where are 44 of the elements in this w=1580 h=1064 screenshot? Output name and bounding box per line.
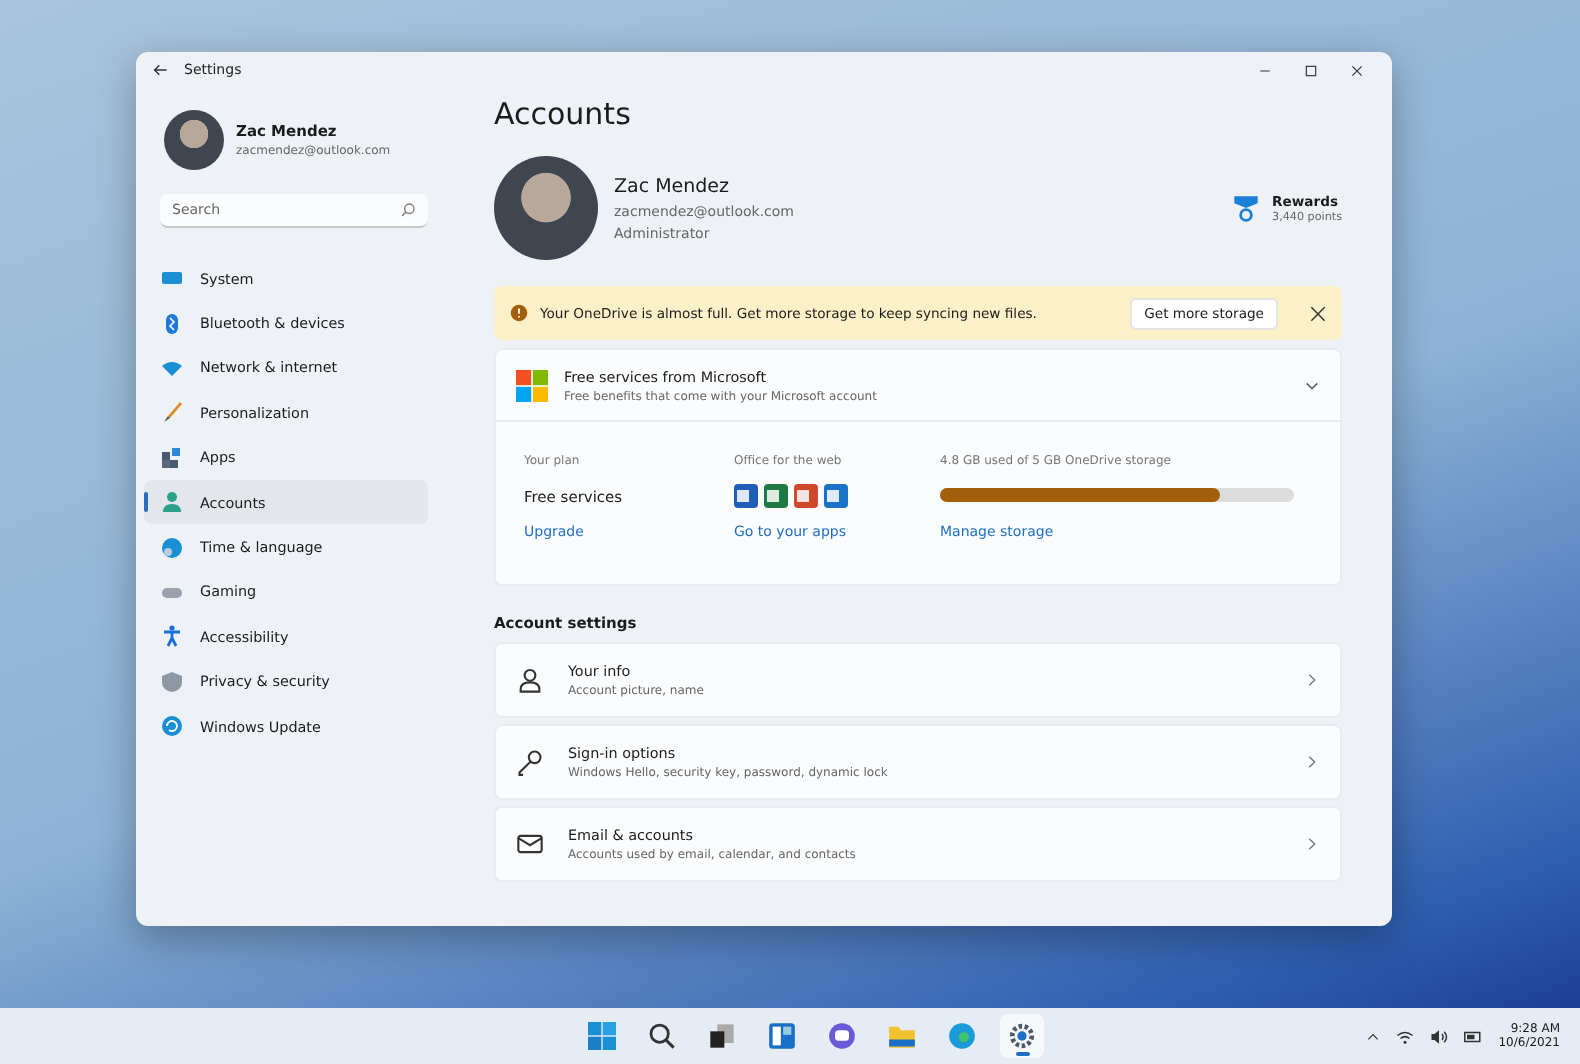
chevron-right-icon [1304,836,1320,852]
update-icon [160,714,184,739]
shield-icon [160,669,184,694]
caret-up-icon [1366,1029,1381,1043]
profile-name: Zac Mendez [614,175,731,197]
close-icon [1310,305,1326,321]
presentation-icon[interactable] [794,484,818,508]
wifi-icon [1396,1027,1415,1045]
windows-logo-icon [588,1022,616,1050]
widgets-icon [768,1022,796,1050]
avatar-photo-placeholder [164,110,224,170]
back-arrow-icon [152,62,168,78]
search-icon [400,202,416,218]
spreadsheet-icon[interactable] [764,484,788,508]
gear-icon [1008,1022,1036,1050]
battery-icon [1464,1027,1483,1045]
chat-icon [828,1022,856,1050]
bluetooth-icon [160,311,184,336]
chevron-right-icon [1304,754,1320,770]
chevron-right-icon [1304,672,1320,688]
task-view-icon [708,1022,736,1050]
key-icon [516,748,544,776]
taskbar-app[interactable] [1000,1014,1044,1058]
accessibility-icon [160,624,184,649]
maximize-icon [1304,63,1318,77]
four-squares-logo-icon [516,369,548,401]
word-icon[interactable] [734,484,758,508]
browser-icon [948,1022,976,1050]
brush-icon [160,400,184,425]
apps-icon [160,445,184,470]
search-icon [648,1022,676,1050]
person-icon [516,666,544,694]
medal-icon [1232,194,1261,222]
mail-icon [516,830,544,858]
warning-icon [510,304,528,322]
chevron-icon[interactable] [1304,377,1320,393]
mail-app-icon[interactable] [824,484,848,508]
folder-icon [888,1022,916,1050]
person-icon [160,490,184,515]
globe-icon [160,535,184,560]
close-icon [1350,63,1364,77]
profile-photo-placeholder [494,156,598,260]
speaker-icon [1430,1027,1449,1045]
page-title: Accounts [494,96,633,132]
